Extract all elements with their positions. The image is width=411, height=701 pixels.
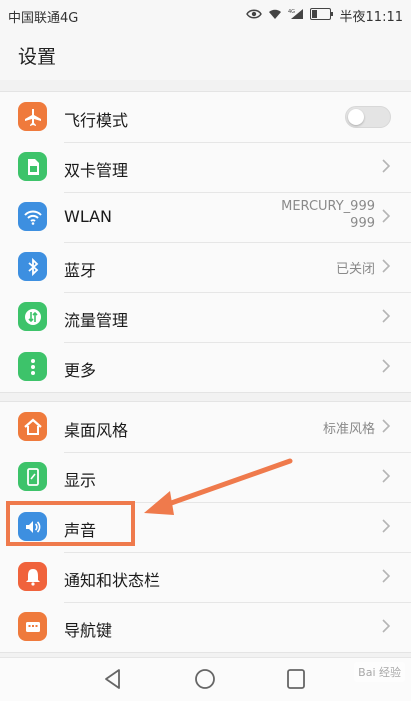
carrier-label: 中国联通4G bbox=[8, 11, 79, 26]
airplane-icon bbox=[18, 102, 47, 131]
more-dots-icon bbox=[18, 352, 47, 381]
svg-text:4G: 4G bbox=[288, 9, 295, 15]
battery-icon bbox=[309, 7, 334, 24]
chevron-right-icon bbox=[382, 159, 391, 173]
bell-icon bbox=[18, 562, 47, 591]
annotation-arrow-icon bbox=[144, 458, 293, 515]
settings-item-bluetooth[interactable]: 蓝牙 已关闭 bbox=[0, 242, 411, 292]
highlight-box bbox=[6, 501, 135, 546]
settings-item-navigation-keys[interactable]: 导航键 bbox=[0, 602, 411, 652]
chevron-right-icon bbox=[382, 619, 391, 633]
settings-item-label: 双卡管理 bbox=[64, 161, 129, 180]
page-title: 设置 bbox=[18, 46, 57, 68]
settings-item-label: 通知和状态栏 bbox=[64, 571, 161, 590]
eye-comfort-icon bbox=[245, 8, 262, 24]
data-traffic-icon bbox=[18, 302, 47, 331]
settings-item-wlan[interactable]: WLAN MERCURY_999 999 bbox=[0, 192, 411, 242]
home-icon[interactable] bbox=[194, 668, 216, 690]
wlan-network-name: MERCURY_999 999 bbox=[281, 198, 375, 232]
back-icon[interactable] bbox=[103, 668, 123, 690]
settings-item-data-traffic[interactable]: 流量管理 bbox=[0, 292, 411, 342]
header: 设置 bbox=[0, 30, 411, 80]
airplane-mode-toggle[interactable] bbox=[345, 106, 391, 128]
recents-icon[interactable] bbox=[286, 668, 306, 690]
system-nav-bar bbox=[0, 657, 411, 701]
settings-item-label: 导航键 bbox=[64, 621, 113, 640]
wifi-signal-icon bbox=[268, 8, 282, 24]
settings-item-label: 更多 bbox=[64, 361, 97, 380]
chevron-right-icon bbox=[382, 469, 391, 483]
navigation-key-icon bbox=[18, 612, 47, 641]
chevron-right-icon bbox=[382, 569, 391, 583]
status-icons: 4G 半夜11:11 bbox=[245, 6, 403, 25]
settings-item-label: WLAN bbox=[64, 207, 113, 226]
toggle-knob bbox=[348, 109, 364, 125]
chevron-right-icon bbox=[382, 519, 391, 533]
settings-item-label: 显示 bbox=[64, 471, 97, 490]
bluetooth-icon bbox=[18, 252, 47, 281]
chevron-right-icon bbox=[382, 359, 391, 373]
home-style-value: 标准风格 bbox=[322, 422, 375, 437]
settings-item-more[interactable]: 更多 bbox=[0, 342, 411, 392]
settings-item-label: 流量管理 bbox=[64, 311, 129, 330]
settings-item-label: 蓝牙 bbox=[64, 261, 97, 280]
chevron-right-icon bbox=[382, 309, 391, 323]
settings-item-label: 桌面风格 bbox=[64, 421, 129, 440]
settings-item-airplane-mode[interactable]: 飞行模式 bbox=[0, 92, 411, 142]
settings-group-connectivity: 飞行模式 双卡管理 WLAN MERCURY_999 999 蓝牙 已关闭 流量… bbox=[0, 91, 411, 393]
wlan-network-line: MERCURY_999 bbox=[281, 199, 375, 214]
home-style-icon bbox=[18, 412, 47, 441]
bluetooth-status: 已关闭 bbox=[335, 262, 375, 277]
watermark: Bai 经验 bbox=[354, 662, 405, 682]
settings-item-notifications[interactable]: 通知和状态栏 bbox=[0, 552, 411, 602]
display-icon bbox=[18, 462, 47, 491]
clock-label: 半夜11:11 bbox=[339, 10, 403, 25]
chevron-right-icon bbox=[382, 209, 391, 223]
chevron-right-icon bbox=[382, 259, 391, 273]
cell-signal-icon: 4G bbox=[288, 8, 304, 24]
wlan-network-line: 999 bbox=[350, 216, 375, 231]
sim-card-icon bbox=[18, 152, 47, 181]
settings-item-dual-sim[interactable]: 双卡管理 bbox=[0, 142, 411, 192]
settings-item-label: 飞行模式 bbox=[64, 111, 129, 130]
chevron-right-icon bbox=[382, 419, 391, 433]
settings-item-home-style[interactable]: 桌面风格 标准风格 bbox=[0, 402, 411, 452]
status-bar: 中国联通4G 4G 半夜11:11 bbox=[0, 0, 411, 30]
wifi-icon bbox=[18, 202, 47, 231]
